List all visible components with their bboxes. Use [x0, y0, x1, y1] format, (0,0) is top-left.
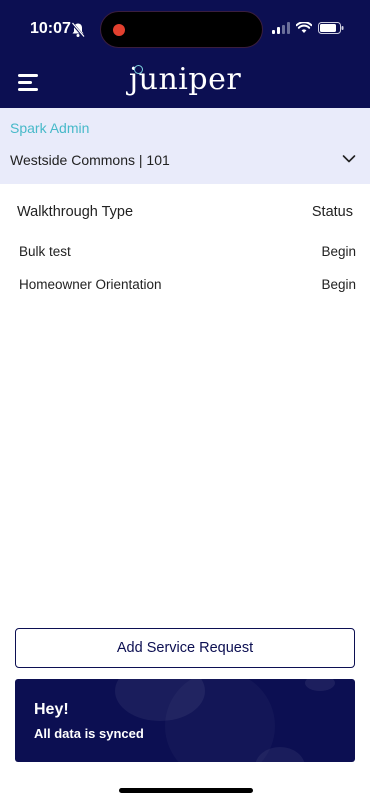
sync-title: Hey!: [34, 701, 69, 718]
begin-button[interactable]: Begin: [321, 244, 356, 259]
sync-message: All data is synced: [34, 726, 144, 741]
column-header-status: Status: [311, 204, 353, 220]
signal-icon: [272, 22, 290, 34]
status-icons: [272, 22, 344, 34]
decorative-bubble: [165, 679, 275, 762]
property-selector[interactable]: Westside Commons | 101: [0, 148, 370, 182]
bell-slash-icon: [71, 22, 85, 38]
table-header: Walkthrough Type Status: [0, 204, 370, 226]
app-header: juniper: [0, 60, 370, 108]
sync-status-banner: Hey! All data is synced: [15, 679, 355, 762]
status-bar: 10:07: [0, 0, 370, 60]
column-header-walkthrough-type: Walkthrough Type: [17, 204, 134, 220]
begin-button[interactable]: Begin: [321, 277, 356, 292]
table-row: Homeowner Orientation Begin: [0, 273, 370, 299]
dynamic-island: [100, 11, 263, 48]
logo-accent-dot: [134, 65, 143, 74]
battery-icon: [318, 22, 344, 34]
home-indicator: [119, 788, 253, 793]
walkthrough-name: Homeowner Orientation: [19, 277, 162, 292]
organization-name: Spark Admin: [10, 120, 90, 136]
chevron-down-icon: [342, 155, 356, 163]
context-panel: Spark Admin Westside Commons | 101: [0, 108, 370, 184]
recording-indicator-icon: [113, 24, 125, 36]
property-label: Westside Commons | 101: [10, 152, 170, 168]
walkthrough-name: Bulk test: [19, 244, 71, 259]
status-time: 10:07: [30, 20, 71, 37]
wifi-icon: [296, 22, 312, 33]
table-row: Bulk test Begin: [0, 240, 370, 266]
add-service-request-button[interactable]: Add Service Request: [15, 628, 355, 668]
decorative-bubble: [305, 679, 335, 691]
juniper-logo: juniper: [128, 62, 242, 97]
